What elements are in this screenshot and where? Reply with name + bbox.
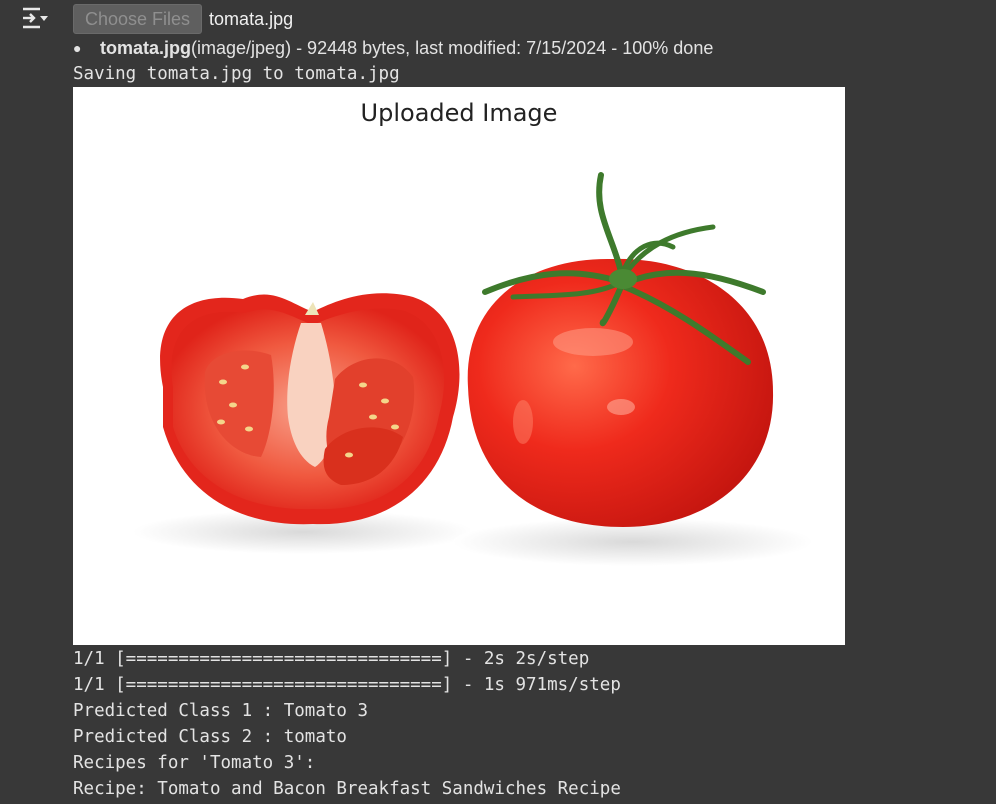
selected-file-name: tomata.jpg <box>209 8 294 29</box>
output-toggle-icon <box>23 7 48 29</box>
recipe-line: Recipe: Tomato and Bacon Breakfast Sandw… <box>73 779 621 799</box>
upload-status-filename: tomata.jpg <box>100 37 192 58</box>
choose-files-button[interactable]: Choose Files <box>73 4 203 34</box>
file-upload-row: Choose Files tomata.jpg <box>73 4 293 34</box>
predicted-class-2: Predicted Class 2 : tomato <box>73 727 347 747</box>
progress-line-2: 1/1 [==============================] - 1… <box>73 675 621 695</box>
upload-status-detail: (image/jpeg) - 92448 bytes, last modifie… <box>191 37 714 58</box>
upload-status-item: ● tomata.jpg (image/jpeg) - 92448 bytes,… <box>73 36 713 60</box>
output-toggle-button[interactable] <box>18 4 52 32</box>
saving-line: Saving tomata.jpg to tomata.jpg <box>73 64 400 84</box>
figure-title: Uploaded Image <box>360 99 558 127</box>
progress-line-1: 1/1 [==============================] - 2… <box>73 649 590 669</box>
list-bullet: ● <box>73 40 82 56</box>
predicted-class-1: Predicted Class 1 : Tomato 3 <box>73 701 369 721</box>
recipes-header: Recipes for 'Tomato 3': <box>73 753 316 773</box>
tomato-image <box>133 172 813 566</box>
uploaded-image-figure: Uploaded Image <box>73 87 845 645</box>
